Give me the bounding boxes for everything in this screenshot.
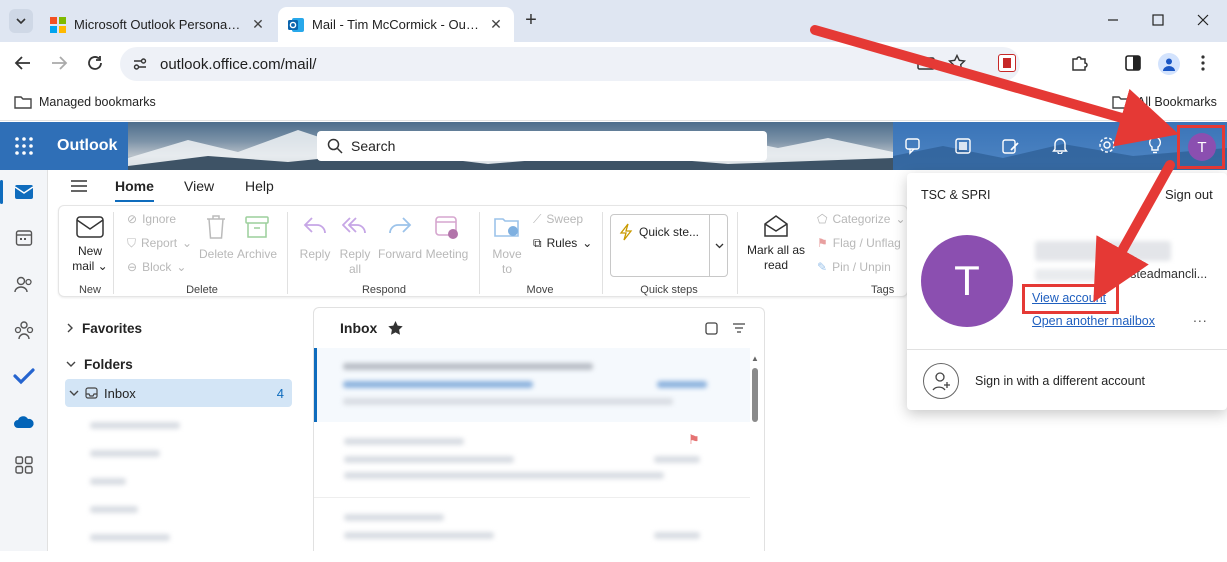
annotation-arrows	[810, 25, 1179, 303]
annotation-arrow-to-avatar	[810, 25, 1179, 147]
annotation-arrow-to-view-account	[1093, 160, 1175, 303]
